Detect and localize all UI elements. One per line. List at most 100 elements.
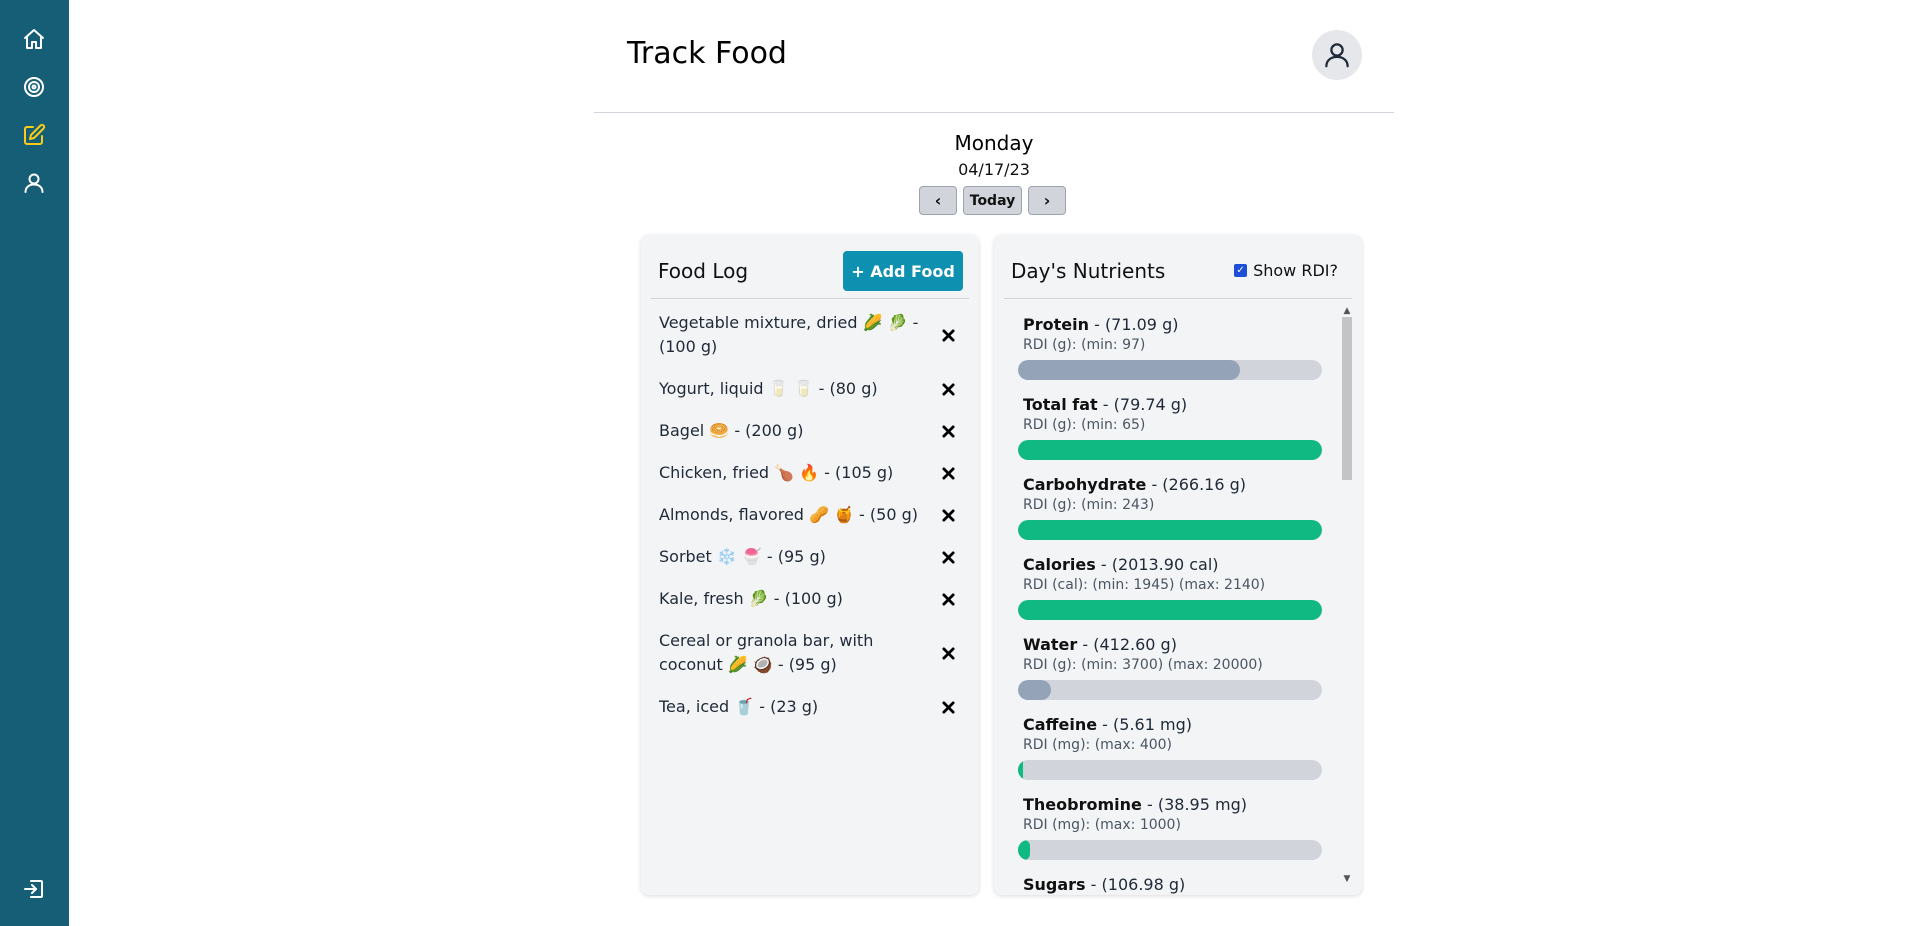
today-button[interactable]: Today [963,186,1022,215]
remove-food-button[interactable] [937,504,959,526]
scroll-down-arrow[interactable]: ▼ [1343,875,1351,884]
show-rdi-checkbox[interactable]: ✓ [1234,264,1248,277]
remove-food-button[interactable] [937,378,959,400]
nutrient-progress-fill [1018,760,1023,780]
page-header: Track Food [594,0,1394,113]
nutrient-progress-bar [1018,760,1322,780]
nutrient-name: Theobromine - (38.95 mg) [1018,795,1322,815]
remove-food-button[interactable] [937,324,959,346]
close-icon [941,508,955,522]
home-icon[interactable] [21,26,47,52]
nutrient-label: Total fat [1023,395,1098,414]
nutrients-title: Day's Nutrients [1011,259,1166,283]
nutrient-item: Sugars - (106.98 g) [1018,875,1322,895]
page-title: Track Food [627,36,787,71]
sidebar [0,0,69,926]
edit-icon[interactable] [21,122,47,148]
nutrient-rdi: RDI (mg): (max: 400) [1023,737,1173,753]
date-value: 04/17/23 [958,160,1030,179]
logout-icon[interactable] [21,876,47,902]
nutrient-label: Sugars [1023,875,1086,894]
nutrient-progress-fill [1018,360,1240,380]
food-log-item: Tea, iced 🥤 - (23 g) [659,695,969,719]
food-item-label: Cereal or granola bar, with coconut 🌽 🥥 … [659,631,874,674]
nutrient-amount: - (79.74 g) [1102,395,1188,414]
nutrient-progress-fill [1018,520,1322,540]
close-icon [941,328,955,342]
remove-food-button[interactable] [937,696,959,718]
nutrient-name: Water - (412.60 g) [1018,635,1322,655]
nutrient-progress-bar [1018,680,1322,700]
nutrient-name: Caffeine - (5.61 mg) [1018,715,1322,735]
remove-food-button[interactable] [937,420,959,442]
food-log-panel: Food Log + Add Food Vegetable mixture, d… [641,235,979,895]
nutrient-amount: - (2013.90 cal) [1100,555,1219,574]
show-rdi-label: Show RDI? [1253,261,1338,280]
nutrient-name: Total fat - (79.74 g) [1018,395,1322,415]
food-item-label: Kale, fresh 🥬 - (100 g) [659,589,843,608]
nutrient-item: Water - (412.60 g) RDI (g): (min: 3700) (… [1018,635,1322,715]
nutrient-progress-bar [1018,440,1322,460]
nutrient-item: Protein - (71.09 g) RDI (g): (min: 97) [1018,315,1322,395]
close-icon [941,592,955,606]
nutrient-progress-fill [1018,840,1030,860]
avatar[interactable] [1312,30,1362,80]
nutrient-amount: - (5.61 mg) [1102,715,1192,734]
nutrient-rdi: RDI (g): (min: 3700) (max: 20000) [1023,657,1263,673]
nutrient-label: Water [1023,635,1078,654]
remove-food-button[interactable] [937,462,959,484]
nutrient-name: Protein - (71.09 g) [1018,315,1322,335]
remove-food-button[interactable] [937,588,959,610]
user-icon[interactable] [21,170,47,196]
food-log-header: Food Log + Add Food [651,235,969,299]
nutrient-name: Carbohydrate - (266.16 g) [1018,475,1322,495]
nutrient-label: Theobromine [1023,795,1142,814]
add-food-button[interactable]: + Add Food [843,251,963,291]
close-icon [941,382,955,396]
target-icon[interactable] [21,74,47,100]
nutrient-list: Protein - (71.09 g) RDI (g): (min: 97) Tot… [1018,315,1322,895]
show-rdi-toggle[interactable]: ✓ Show RDI? [1234,261,1338,280]
remove-food-button[interactable] [937,642,959,664]
nutrient-rdi: RDI (cal): (min: 1945) (max: 2140) [1023,577,1266,593]
nutrient-amount: - (106.98 g) [1090,875,1186,894]
remove-food-button[interactable] [937,546,959,568]
nutrient-progress-fill [1018,600,1322,620]
close-icon [941,646,955,660]
nutrient-progress-fill [1018,680,1052,700]
nutrient-item: Theobromine - (38.95 mg) RDI (mg): (max: … [1018,795,1322,875]
nutrient-item: Total fat - (79.74 g) RDI (g): (min: 65) [1018,395,1322,475]
food-log-item: Chicken, fried 🍗 🔥 - (105 g) [659,461,969,485]
nutrient-item: Caffeine - (5.61 mg) RDI (mg): (max: 400) [1018,715,1322,795]
food-item-label: Bagel 🥯 - (200 g) [659,421,804,440]
next-day-button[interactable]: › [1028,186,1066,215]
close-icon [941,424,955,438]
food-item-label: Vegetable mixture, dried 🌽 🥬 - (100 g) [659,313,919,356]
date-display: Monday 04/17/23 [594,131,1394,180]
nutrient-progress-fill [1018,440,1322,460]
food-log-item: Cereal or granola bar, with coconut 🌽 🥥 … [659,629,969,677]
nutrient-name: Calories - (2013.90 cal) [1018,555,1322,575]
nutrient-rdi: RDI (mg): (max: 1000) [1023,817,1181,833]
food-log-item: Kale, fresh 🥬 - (100 g) [659,587,969,611]
food-log-title: Food Log [658,259,749,283]
nutrient-progress-bar [1018,520,1322,540]
user-icon [1325,43,1349,68]
food-item-label: Yogurt, liquid 🥛 🥛 - (80 g) [659,379,878,398]
nutrient-name: Sugars - (106.98 g) [1018,875,1322,895]
date-navigation: ‹ Today › [919,186,1066,215]
food-item-label: Tea, iced 🥤 - (23 g) [659,697,819,716]
food-log-item: Sorbet ❄️ 🍧 - (95 g) [659,545,969,569]
scroll-up-arrow[interactable]: ▲ [1343,307,1351,316]
nutrient-amount: - (266.16 g) [1151,475,1247,494]
previous-day-button[interactable]: ‹ [919,186,957,215]
food-log-item: Yogurt, liquid 🥛 🥛 - (80 g) [659,377,969,401]
nutrients-header: Day's Nutrients ✓ Show RDI? [1004,235,1352,299]
close-icon [941,700,955,714]
food-log-item: Almonds, flavored 🥜 🍯 - (50 g) [659,503,969,527]
nutrients-scrollbar[interactable]: ▲ ▼ [1341,305,1353,885]
close-icon [941,550,955,564]
food-list: Vegetable mixture, dried 🌽 🥬 - (100 g) Yo… [659,311,969,737]
food-item-label: Almonds, flavored 🥜 🍯 - (50 g) [659,505,918,524]
scroll-thumb[interactable] [1342,317,1352,480]
